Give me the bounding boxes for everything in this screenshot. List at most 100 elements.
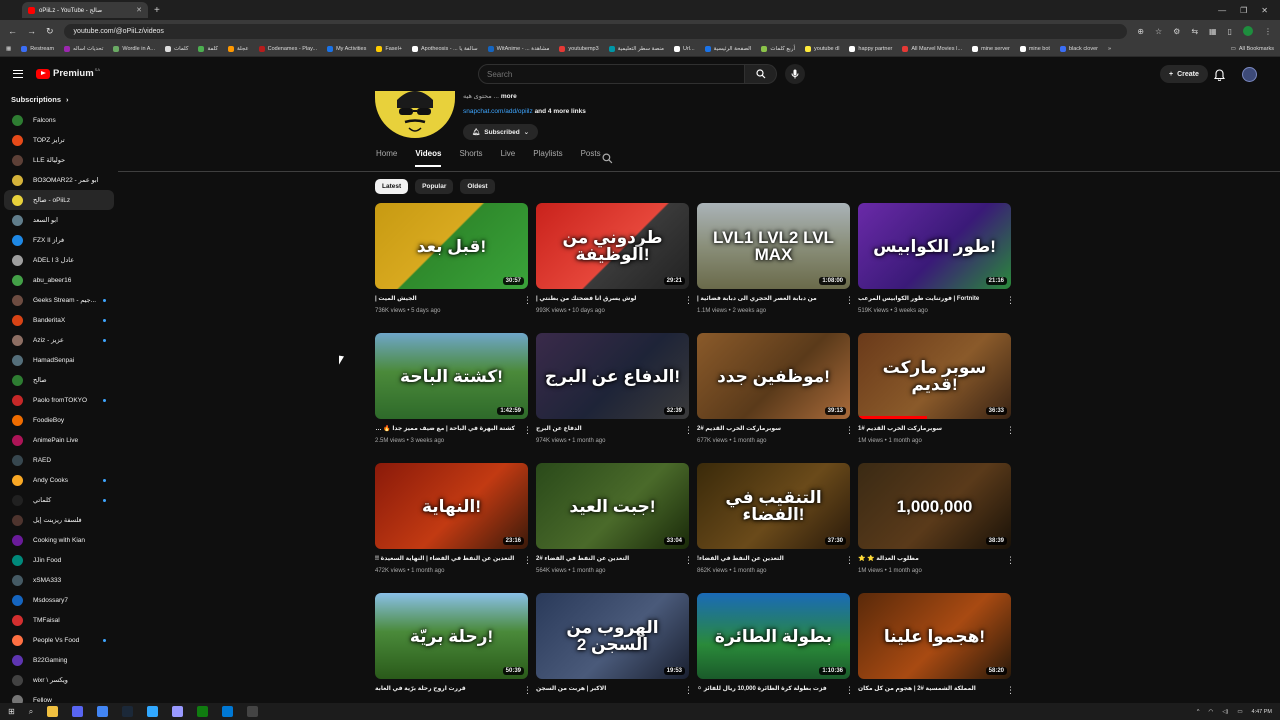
more-actions-icon[interactable]: ⋮	[1006, 556, 1015, 565]
more-actions-icon[interactable]: ⋮	[523, 556, 532, 565]
video-title[interactable]: فزت بطولة كرة الطائرة 10,000 ريال للفائز…	[697, 685, 837, 695]
all-bookmarks[interactable]: ▭ All Bookmarks	[1231, 46, 1274, 52]
video-thumbnail[interactable]: جبت العيد! 33:04	[536, 463, 689, 549]
more-actions-icon[interactable]: ⋮	[523, 296, 532, 305]
menu-dots-icon[interactable]: ⋮	[1264, 27, 1272, 36]
bookmark-item[interactable]: happy partner	[849, 46, 892, 52]
sidebar-subscription-item[interactable]: كلماتي	[4, 490, 114, 510]
video-thumbnail[interactable]: قبل بعد! 30:57	[375, 203, 528, 289]
video-thumbnail[interactable]: التنقيب في الفضاء! 37:30	[697, 463, 850, 549]
channel-tab[interactable]: Shorts	[459, 149, 482, 167]
video-title[interactable]: كشتة البهرة في الباحة | مع ضيف مميز جداً…	[375, 425, 515, 435]
xbox-icon[interactable]	[197, 706, 209, 717]
sidebar-subscription-item[interactable]: HamadSenpai	[4, 350, 114, 370]
sidebar-subscription-item[interactable]: BO3OMAR22 - ابو عمر	[4, 170, 114, 190]
sort-chip[interactable]: Latest	[375, 179, 409, 194]
video-title[interactable]: Fortnite | فورتنايت طور الكوابيس المرعب	[858, 295, 998, 305]
sidebar-subscription-item[interactable]: Paolo fromTOKYO	[4, 390, 114, 410]
search-button[interactable]	[745, 64, 777, 84]
video-card[interactable]: طردوني من الوظيفة! 29:21 لوش يسرق انا فضحت…	[536, 203, 693, 323]
bookmark-item[interactable]: Fasel+	[376, 46, 402, 52]
bookmark-item[interactable]: Apotheosis - ... سالفة يا	[412, 46, 478, 52]
apps-grid-icon[interactable]: ▦	[6, 46, 11, 52]
video-thumbnail[interactable]: بطولة الطائرة 1:10:36	[697, 593, 850, 679]
bookmark-item[interactable]: All Marvel Movies I...	[902, 46, 962, 52]
video-title[interactable]: الجيش الميت |	[375, 295, 515, 305]
bookmark-item[interactable]: أربع كلمات	[761, 46, 795, 52]
video-title[interactable]: قررت اروح رحلة برّية في الغابة	[375, 685, 515, 695]
sidebar-subscription-item[interactable]: BanderitaX	[4, 310, 114, 330]
bookmark-star-icon[interactable]: ☆	[1155, 27, 1162, 36]
bookmark-item[interactable]: Restream	[21, 46, 54, 52]
chrome-icon[interactable]	[97, 706, 109, 717]
more-actions-icon[interactable]: ⋮	[845, 296, 854, 305]
puzzle-icon[interactable]: ▦	[1209, 27, 1217, 36]
more-actions-icon[interactable]: ⋮	[845, 686, 854, 695]
channel-description[interactable]: محتوى هيه ... more	[463, 92, 517, 100]
video-title[interactable]: الاكبر | هربت من السجن	[536, 685, 676, 695]
bookmarks-overflow-icon[interactable]: »	[1108, 46, 1111, 52]
more-link[interactable]: more	[501, 93, 517, 100]
clock[interactable]: 4:47 PM	[1252, 709, 1272, 715]
video-title[interactable]: الدفاع عن البرج	[536, 425, 676, 435]
volume-icon[interactable]: ◁)	[1222, 709, 1228, 715]
photoshop-icon[interactable]	[147, 706, 159, 717]
back-icon[interactable]: ←	[8, 26, 17, 36]
menu-icon[interactable]	[13, 70, 23, 78]
sidebar-subscription-item[interactable]: صالح - oPiiLz	[4, 190, 114, 210]
video-thumbnail[interactable]: رحلة بريّة! 50:39	[375, 593, 528, 679]
video-thumbnail[interactable]: الهروب من السجن 2 19:53	[536, 593, 689, 679]
sidebar-subscription-item[interactable]: abu_abeer16	[4, 270, 114, 290]
address-bar[interactable]: youtube.com/@oPiiLz/videos	[63, 23, 1128, 39]
video-thumbnail[interactable]: النهاية! 23:16	[375, 463, 528, 549]
video-card[interactable]: قبل بعد! 30:57 الجيش الميت | 736K views • 5…	[375, 203, 532, 323]
sync-icon[interactable]: ⇆	[1191, 27, 1198, 36]
video-card[interactable]: سوبر ماركت قديم! 36:33 سوبرماركت الخرب الق…	[858, 333, 1015, 453]
video-title[interactable]: مطلوب العدالة ⭐ ⭐	[858, 555, 998, 565]
sidebar-subscription-item[interactable]: صالح	[4, 370, 114, 390]
sidebar-subscription-item[interactable]: JJin Food	[4, 550, 114, 570]
sidebar-subscription-item[interactable]: Fellow	[4, 690, 114, 703]
account-avatar[interactable]	[1242, 67, 1257, 82]
forward-icon[interactable]: →	[27, 26, 36, 36]
sidebar-subscription-item[interactable]: wixr \ ويكسر	[4, 670, 114, 690]
more-actions-icon[interactable]: ⋮	[1006, 686, 1015, 695]
video-thumbnail[interactable]: سوبر ماركت قديم! 36:33	[858, 333, 1011, 419]
more-actions-icon[interactable]: ⋮	[684, 556, 693, 565]
notifications-button[interactable]	[1213, 68, 1226, 86]
browser-tab[interactable]: oPiiLz - YouTube - صالح ✕	[22, 2, 148, 18]
calculator-icon[interactable]	[222, 706, 234, 717]
subscriptions-heading[interactable]: Subscriptions ›	[4, 91, 114, 110]
video-thumbnail[interactable]: 1,000,000 38:39	[858, 463, 1011, 549]
sidebar-subscription-item[interactable]: FoodieBoy	[4, 410, 114, 430]
video-card[interactable]: بطولة الطائرة 1:10:36 فزت بطولة كرة الطائر…	[697, 593, 854, 703]
more-links[interactable]: and 4 more links	[535, 108, 586, 115]
video-thumbnail[interactable]: طردوني من الوظيفة! 29:21	[536, 203, 689, 289]
video-card[interactable]: النهاية! 23:16 التعدين عن النفط في الفضاء …	[375, 463, 532, 583]
taskbar-search-icon[interactable]: ⌕	[29, 707, 33, 717]
bookmark-item[interactable]: عجلة	[228, 46, 249, 52]
video-thumbnail[interactable]: الدفاع عن البرج! 32:39	[536, 333, 689, 419]
video-card[interactable]: الدفاع عن البرج! 32:39 الدفاع عن البرج 974K…	[536, 333, 693, 453]
bookmark-item[interactable]: Url...	[674, 46, 695, 52]
bookmark-item[interactable]: تحديات اساله	[64, 46, 103, 52]
channel-tab[interactable]: Posts	[581, 149, 601, 167]
bookmark-item[interactable]: الصفحة الرئيسية	[704, 46, 751, 52]
snapchat-link[interactable]: snapchat.com/add/opiilz	[463, 108, 533, 115]
sidebar-subscription-item[interactable]: Falcons	[4, 110, 114, 130]
sidebar-subscription-item[interactable]: ابو السعد	[4, 210, 114, 230]
bookmark-item[interactable]: Codenames - Play...	[258, 46, 317, 52]
video-card[interactable]: هجموا علينا! 58:20 المملكة الشمسية #2 | هج…	[858, 593, 1015, 703]
discord-icon[interactable]	[72, 706, 84, 717]
sidebar-subscription-item[interactable]: ADEL I عادل 3	[4, 250, 114, 270]
video-card[interactable]: الهروب من السجن 2 19:53 الاكبر | هربت من ا…	[536, 593, 693, 703]
video-card[interactable]: 1,000,000 38:39 مطلوب العدالة ⭐ ⭐ 1M views …	[858, 463, 1015, 583]
bookmark-item[interactable]: WitAnime - ... مشاهدة	[487, 46, 549, 52]
more-actions-icon[interactable]: ⋮	[684, 296, 693, 305]
video-title[interactable]: المملكة الشمسية #2 | هجوم من كل مكان	[858, 685, 998, 695]
extension-icon[interactable]: ⚙	[1173, 27, 1180, 36]
sort-chip[interactable]: Oldest	[460, 179, 495, 194]
sidepanel-icon[interactable]: ▯	[1228, 27, 1232, 36]
sidebar-subscription-item[interactable]: FZX II فراز	[4, 230, 114, 250]
video-card[interactable]: موظفين جدد! 39:13 سوبرماركت الخرب القديم #…	[697, 333, 854, 453]
